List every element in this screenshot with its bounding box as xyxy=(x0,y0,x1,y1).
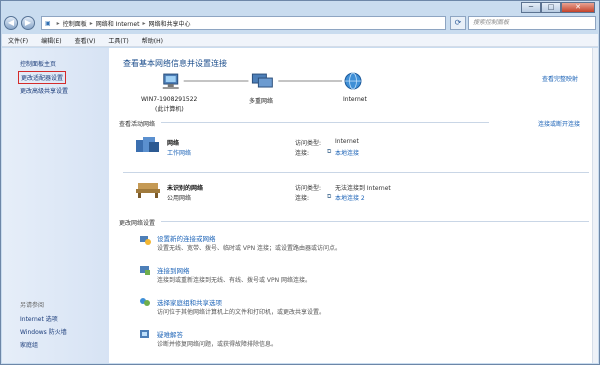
node-computer-label: WIN7-1908291522 xyxy=(141,96,198,103)
sidebar-item-homegroup[interactable]: 家庭组 xyxy=(20,340,38,349)
node-computer-sub: (此计算机) xyxy=(155,106,184,113)
sidebar-link-advanced-sharing[interactable]: 更改高级共享设置 xyxy=(20,86,68,95)
change-settings-heading: 更改网络设置 xyxy=(119,220,156,227)
explorer-window: ─ □ ✕ ◀ ▶ ▣ ▸ 控制面板 ▸ 网络和 Internet ▸ 网络和共… xyxy=(0,0,600,365)
globe-icon xyxy=(344,72,362,90)
node-internet-label[interactable]: Internet xyxy=(343,96,367,103)
task-setup-connection[interactable]: 设置新的连接或网络 xyxy=(157,233,216,243)
workplace-network-icon xyxy=(136,137,159,152)
access-type-label: 访问类型: xyxy=(295,185,322,192)
sidebar-link-adapter-settings[interactable]: 更改适配器设置 xyxy=(18,71,67,84)
multiple-networks-icon xyxy=(251,73,273,88)
breadcrumb-network-internet[interactable]: 网络和 Internet xyxy=(96,19,140,28)
divider xyxy=(123,172,589,173)
search-input[interactable]: 搜索控制面板 xyxy=(468,16,596,30)
access-type-value: Internet xyxy=(335,138,359,145)
sidebar-link-home[interactable]: 控制面板主页 xyxy=(20,59,56,68)
node-multi-label[interactable]: 多重网络 xyxy=(249,96,273,105)
connection-link[interactable]: 本地连接 2 xyxy=(335,193,365,202)
minimize-button[interactable]: ─ xyxy=(521,2,541,13)
task-troubleshoot[interactable]: 疑难解答 xyxy=(157,329,183,339)
network-name: 网络 xyxy=(167,140,180,147)
see-also-heading: 另请参阅 xyxy=(20,302,45,309)
homegroup-icon xyxy=(140,298,150,306)
access-type-label: 访问类型: xyxy=(295,140,322,147)
crumb-sep: ▸ xyxy=(142,19,146,27)
sidebar: 控制面板主页 更改适配器设置 更改高级共享设置 另请参阅 Internet 选项… xyxy=(2,48,109,363)
connect-disconnect-link[interactable]: 连接或断开连接 xyxy=(538,119,580,128)
menu-bar: 文件(F) 编辑(E) 查看(V) 工具(T) 帮助(H) xyxy=(2,34,598,47)
menu-view[interactable]: 查看(V) xyxy=(75,36,96,45)
sidebar-item-internet-options[interactable]: Internet 选项 xyxy=(20,314,58,323)
network-type-link[interactable]: 工作网络 xyxy=(167,148,191,157)
adapter-icon: ⧉ xyxy=(327,193,332,200)
task-connect-network-desc: 连接到或重新连接到无线、有线、拨号或 VPN 网络连接。 xyxy=(157,277,312,284)
back-button[interactable]: ◀ xyxy=(4,16,18,30)
new-connection-icon xyxy=(140,236,151,245)
address-bar[interactable]: ▣ ▸ 控制面板 ▸ 网络和 Internet ▸ 网络和共享中心 xyxy=(41,16,446,30)
close-button[interactable]: ✕ xyxy=(561,2,595,13)
computer-icon xyxy=(162,73,179,90)
computer-icon: ▣ xyxy=(45,19,51,27)
active-networks-heading: 查看活动网络 xyxy=(119,121,156,128)
task-connect-network[interactable]: 连接到网络 xyxy=(157,265,190,275)
refresh-icon[interactable]: ⟳ xyxy=(450,16,466,30)
access-type-value: 无法连接到 Internet xyxy=(335,185,391,192)
forward-button[interactable]: ▶ xyxy=(21,16,35,30)
vertical-scrollbar[interactable] xyxy=(592,48,598,363)
breadcrumb-network-center[interactable]: 网络和共享中心 xyxy=(148,19,190,28)
maximize-button[interactable]: □ xyxy=(541,2,561,13)
adapter-icon: ⧉ xyxy=(327,148,332,155)
menu-file[interactable]: 文件(F) xyxy=(8,36,28,45)
divider xyxy=(161,221,589,222)
page-title: 查看基本网络信息并设置连接 xyxy=(123,59,227,68)
connection-label: 连接: xyxy=(295,195,310,202)
menu-edit[interactable]: 编辑(E) xyxy=(41,36,61,45)
task-homegroup[interactable]: 选择家庭组和共享选项 xyxy=(157,297,222,307)
main-pane: 查看基本网络信息并设置连接 查看完整映射 WIN7-1908291522 (此计 xyxy=(109,48,598,363)
divider xyxy=(161,122,489,123)
sidebar-item-firewall[interactable]: Windows 防火墙 xyxy=(20,327,67,336)
menu-help[interactable]: 帮助(H) xyxy=(142,36,163,45)
public-network-icon xyxy=(136,183,160,198)
task-homegroup-desc: 访问位于其他网络计算机上的文件和打印机，或更改共享设置。 xyxy=(157,309,326,316)
network-type-link[interactable]: 公用网络 xyxy=(167,193,191,202)
network-name: 未识别的网络 xyxy=(167,185,204,192)
crumb-sep: ▸ xyxy=(89,19,93,27)
task-setup-connection-desc: 设置无线、宽带、拨号、临时或 VPN 连接；或设置路由器或访问点。 xyxy=(157,245,342,252)
task-troubleshoot-desc: 诊断并修复网络问题，或获得故障排除信息。 xyxy=(157,341,278,348)
breadcrumb-control-panel[interactable]: 控制面板 xyxy=(63,19,87,28)
connection-link[interactable]: 本地连接 xyxy=(335,148,359,157)
connection-label: 连接: xyxy=(295,150,310,157)
menu-tools[interactable]: 工具(T) xyxy=(108,36,128,45)
crumb-sep: ▸ xyxy=(56,19,60,27)
connect-network-icon xyxy=(140,266,150,275)
address-row: ◀ ▶ ▣ ▸ 控制面板 ▸ 网络和 Internet ▸ 网络和共享中心 ⟳ … xyxy=(4,15,596,32)
window-controls: ─ □ ✕ xyxy=(521,2,595,13)
troubleshoot-icon xyxy=(140,330,149,338)
